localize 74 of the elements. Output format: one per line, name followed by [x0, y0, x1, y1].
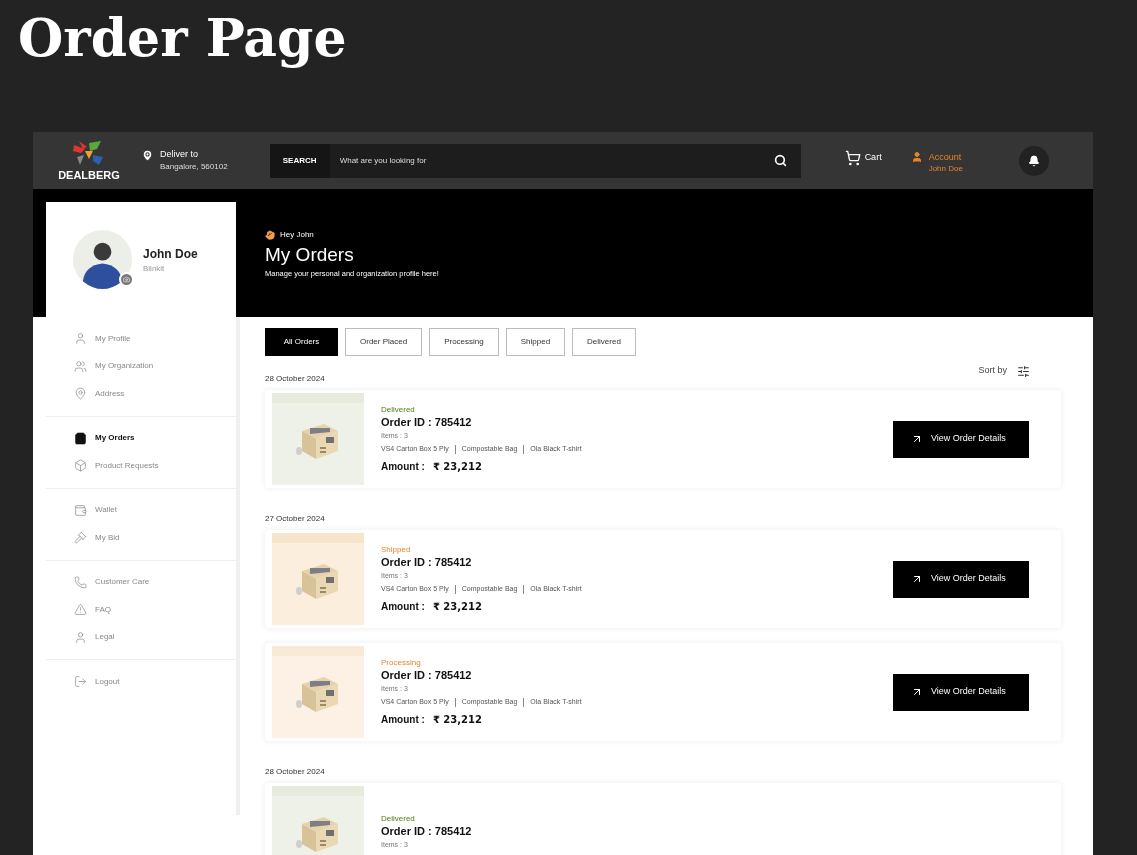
sidebar-item[interactable]: My Organization [46, 352, 236, 380]
order-status: Delivered [381, 813, 416, 824]
order-id: Order ID : 785412 [381, 667, 473, 683]
cart-icon[interactable] [844, 150, 861, 166]
sidebar-item[interactable]: My Orders [46, 424, 236, 452]
cart-link[interactable]: Cart [864, 151, 882, 165]
filter-tab[interactable]: All Orders [265, 328, 338, 356]
search-label: SEARCH [269, 143, 330, 178]
camera-badge[interactable] [119, 272, 134, 287]
gavel-icon [74, 531, 87, 545]
profile-organization: Blinkit [143, 262, 166, 275]
sidebar-item[interactable]: My Profile [46, 325, 236, 353]
amount-label: Amount : [381, 600, 425, 615]
wallet-icon [74, 503, 87, 517]
sliders-icon[interactable] [1017, 364, 1030, 378]
location-pin-icon [141, 149, 154, 162]
notification-button[interactable] [1019, 145, 1049, 176]
people-icon [74, 359, 87, 373]
page-title: Order Page [18, 8, 348, 70]
sidebar-item[interactable]: FAQ [46, 596, 236, 624]
arrow-icon [911, 686, 923, 698]
order-date: 28 October 2024 [265, 766, 325, 778]
amount-label: Amount : [381, 713, 425, 728]
order-status: Delivered [381, 403, 416, 415]
logout-icon [74, 675, 87, 689]
filter-tab[interactable]: Delivered [572, 328, 636, 356]
view-order-details-button[interactable]: View Order Details [893, 420, 1029, 458]
filter-tab[interactable]: Order Placed [345, 328, 423, 356]
arrow-icon [911, 573, 923, 585]
person-icon [74, 630, 87, 644]
sort-label[interactable]: Sort by [978, 364, 1007, 378]
search-icon[interactable] [773, 154, 787, 167]
deliver-location: Bangalore, 560102 [160, 161, 228, 173]
profile-name: John Doe [143, 245, 198, 263]
amount-label: Amount : [381, 460, 425, 475]
page-heading: My Orders [265, 243, 355, 267]
amount-value: ₹ 23,212 [432, 600, 482, 615]
warning-icon [74, 603, 87, 617]
order-status: Shipped [381, 543, 412, 555]
arrow-icon [911, 433, 923, 445]
box-icon [74, 459, 87, 473]
sidebar-item[interactable]: Wallet [46, 496, 236, 524]
order-id: Order ID : 785412 [381, 414, 473, 430]
avatar [73, 230, 132, 289]
search-field[interactable]: SEARCH What are you looking for [269, 143, 801, 178]
greeting: Hey John [280, 229, 314, 241]
amount-value: ₹ 23,212 [432, 460, 482, 475]
sidebar-item[interactable]: Address [46, 380, 236, 408]
sidebar-item[interactable]: Product Requests [46, 452, 236, 480]
bell-icon [1028, 154, 1040, 167]
logo-text: DEALBERG [58, 169, 120, 182]
sidebar-item[interactable]: Legal [46, 623, 236, 651]
view-order-details-button[interactable]: View Order Details [893, 673, 1029, 711]
view-order-details-button[interactable]: View Order Details [893, 560, 1029, 598]
order-status: Processing [381, 656, 422, 668]
account-name: John Doe [928, 163, 963, 175]
person-icon [74, 332, 87, 346]
phone-icon [74, 575, 87, 589]
order-id: Order ID : 785412 [381, 554, 473, 570]
camera-icon [123, 276, 130, 283]
sidebar-item[interactable]: My Bid [46, 524, 236, 552]
location-pin-icon [74, 387, 87, 401]
account-icon[interactable] [910, 151, 923, 163]
order-id: Order ID : 785412 [381, 824, 473, 839]
amount-value: ₹ 23,212 [432, 713, 482, 728]
account-link[interactable]: Account [928, 151, 963, 163]
filter-tab[interactable]: Shipped [505, 328, 566, 356]
search-input[interactable]: What are you looking for [339, 154, 774, 167]
order-date: 27 October 2024 [265, 513, 325, 525]
order-date: 28 October 2024 [265, 373, 325, 385]
deliver-label: Deliver to [160, 148, 199, 161]
sidebar-item[interactable]: Customer Care [46, 568, 236, 596]
filter-tab[interactable]: Processing [429, 328, 499, 356]
sidebar-item[interactable]: Logout [46, 668, 236, 696]
